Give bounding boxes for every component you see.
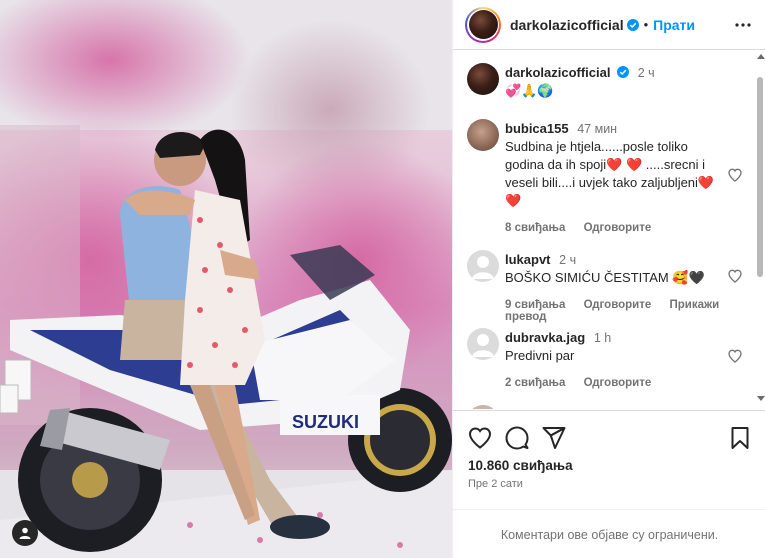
bookmark-icon[interactable] <box>727 425 753 451</box>
comment-text: Sudbina je htjela......posle toliko godi… <box>505 139 715 208</box>
post-date[interactable]: Пре 2 сати <box>468 478 523 490</box>
post-photo[interactable]: SUZUKI <box>0 0 452 558</box>
share-icon[interactable] <box>541 425 567 451</box>
comment-icon[interactable] <box>504 425 530 451</box>
comment-meta: 9 свиђања Одговорите Прикажи превод <box>505 299 725 323</box>
story-ring[interactable] <box>465 6 501 43</box>
default-avatar-icon <box>472 256 494 279</box>
post-header: darkolazicofficial • Прати <box>453 0 765 50</box>
comments-limited-notice: Коментари ове објаве су ограничени. <box>453 509 765 558</box>
comment-meta: 2 свиђања Одговорите <box>505 377 725 389</box>
user-tag-button[interactable] <box>12 520 38 546</box>
instagram-post-modal: SUZUKI darkolazicofficial • Прати darkol… <box>0 0 765 558</box>
comment-like-icon[interactable] <box>727 268 743 284</box>
scroll-up-arrow-icon[interactable] <box>757 54 765 59</box>
comment-time: 1 h <box>593 331 612 345</box>
reply-button[interactable]: Одговорите <box>584 299 652 311</box>
caption-avatar[interactable] <box>467 63 499 95</box>
commenter-avatar[interactable] <box>467 405 499 409</box>
comment-like-icon[interactable] <box>727 167 743 183</box>
reply-button[interactable]: Одговорите <box>584 222 652 234</box>
photo-illustration: SUZUKI <box>0 0 452 558</box>
comment-like-icon[interactable] <box>727 348 743 364</box>
comment-username[interactable]: dubravka.jag <box>505 330 585 345</box>
comment-time: 2 ч <box>559 253 577 267</box>
comment-meta: 8 свиђања Одговорите <box>505 222 725 234</box>
commenter-avatar[interactable] <box>467 250 499 282</box>
comment-likes-count[interactable]: 9 свиђања <box>505 299 565 311</box>
caption-text: 💞🙏🌍 <box>505 83 554 98</box>
comment-username[interactable]: bubica155 <box>505 121 569 136</box>
post-side-panel: darkolazicofficial • Прати darkolazicoff… <box>452 0 765 558</box>
user-tag-icon <box>19 527 31 539</box>
bike-brand-label: SUZUKI <box>292 412 359 432</box>
more-options-icon[interactable] <box>734 16 752 34</box>
caption-username[interactable]: darkolazicofficial <box>505 65 610 80</box>
comment-likes-count[interactable]: 8 свиђања <box>505 222 565 234</box>
comment-likes-count[interactable]: 2 свиђања <box>505 377 565 389</box>
comments-scrollbar[interactable] <box>755 51 765 409</box>
default-avatar-icon <box>472 334 494 357</box>
comment-username[interactable]: lukapvt <box>505 252 551 267</box>
reply-button[interactable]: Одговорите <box>584 377 652 389</box>
likes-count[interactable]: 10.860 свиђања <box>468 458 573 473</box>
verified-badge-icon <box>626 18 639 31</box>
verified-badge-icon <box>617 66 630 78</box>
commenter-avatar[interactable] <box>467 119 499 151</box>
scrollbar-thumb[interactable] <box>757 77 763 277</box>
comments-list[interactable]: darkolazicofficial 2 ч 💞🙏🌍 bubica155 47 … <box>453 51 753 409</box>
comment-text: Predivni par <box>505 348 575 363</box>
avatar <box>468 10 498 39</box>
post-actions: 10.860 свиђања Пре 2 сати Коментари ове … <box>453 410 765 558</box>
heart-icon[interactable] <box>467 425 493 451</box>
account-name[interactable]: darkolazicofficial <box>510 17 624 33</box>
separator-dot: • <box>643 17 649 32</box>
follow-button[interactable]: Прати <box>653 17 695 33</box>
scroll-down-arrow-icon[interactable] <box>757 396 765 401</box>
comment-text: BOŠKO SIMIĆU ČESTITAM 🥰🖤 <box>505 270 705 285</box>
commenter-avatar[interactable] <box>467 328 499 360</box>
comment-time: 47 мин <box>577 122 618 136</box>
caption-time: 2 ч <box>637 66 655 80</box>
